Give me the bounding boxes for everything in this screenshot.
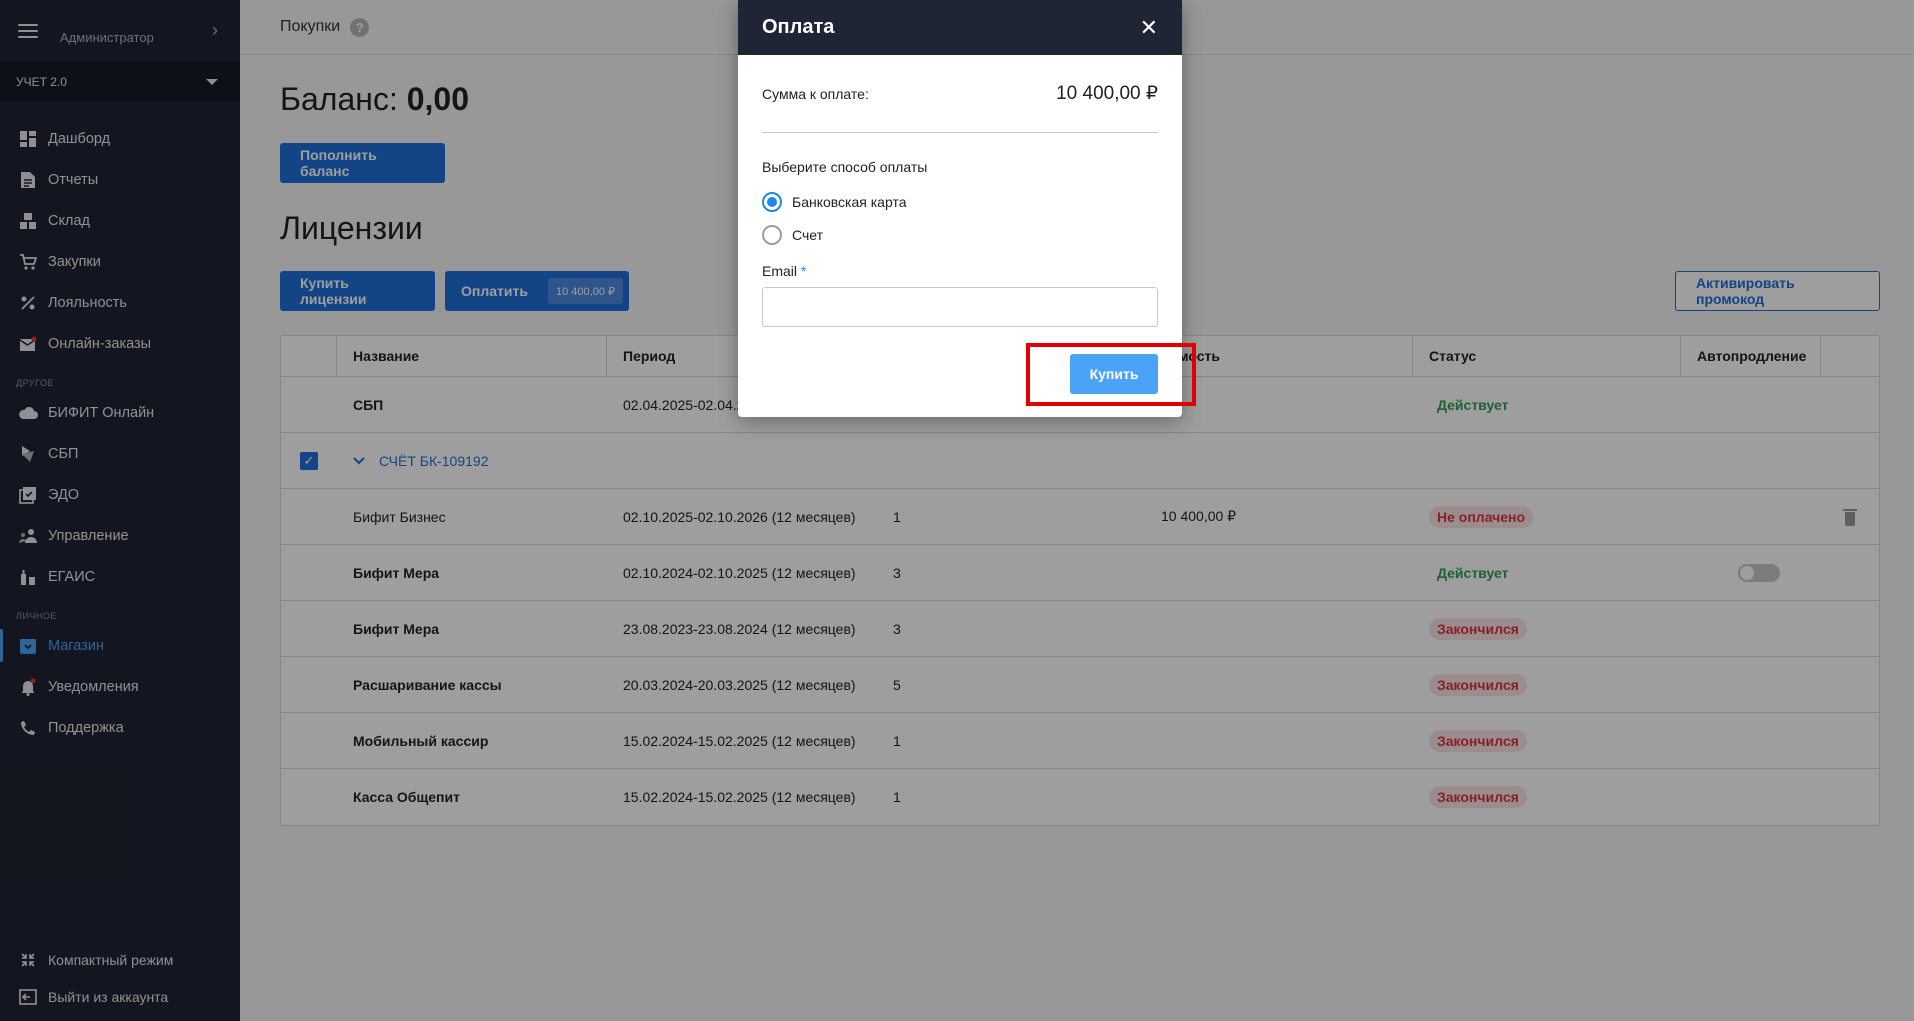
radio-card-label: Банковская карта [792,193,907,210]
required-mark: * [800,263,807,279]
sum-label: Сумма к оплате: [762,85,869,102]
modal-body: Сумма к оплате: 10 400,00 ₽ Выберите спо… [738,55,1182,327]
radio-invoice-label: Счет [792,226,823,243]
payment-method-invoice[interactable]: Счет [762,218,1158,251]
highlight-box [1026,343,1196,406]
modal-header: Оплата ✕ [738,0,1182,55]
radio-invoice[interactable] [762,224,782,245]
payment-method-card[interactable]: Банковская карта [762,185,1158,218]
sum-value: 10 400,00 ₽ [1056,83,1158,104]
sum-row: Сумма к оплате: 10 400,00 ₽ [762,55,1158,133]
email-label: Email * [762,263,807,279]
email-input[interactable] [762,287,1158,327]
payment-method-title: Выберите способ оплаты [762,159,928,175]
close-icon[interactable]: ✕ [1140,15,1158,41]
radio-card[interactable] [762,191,782,212]
modal-title: Оплата [762,16,835,38]
